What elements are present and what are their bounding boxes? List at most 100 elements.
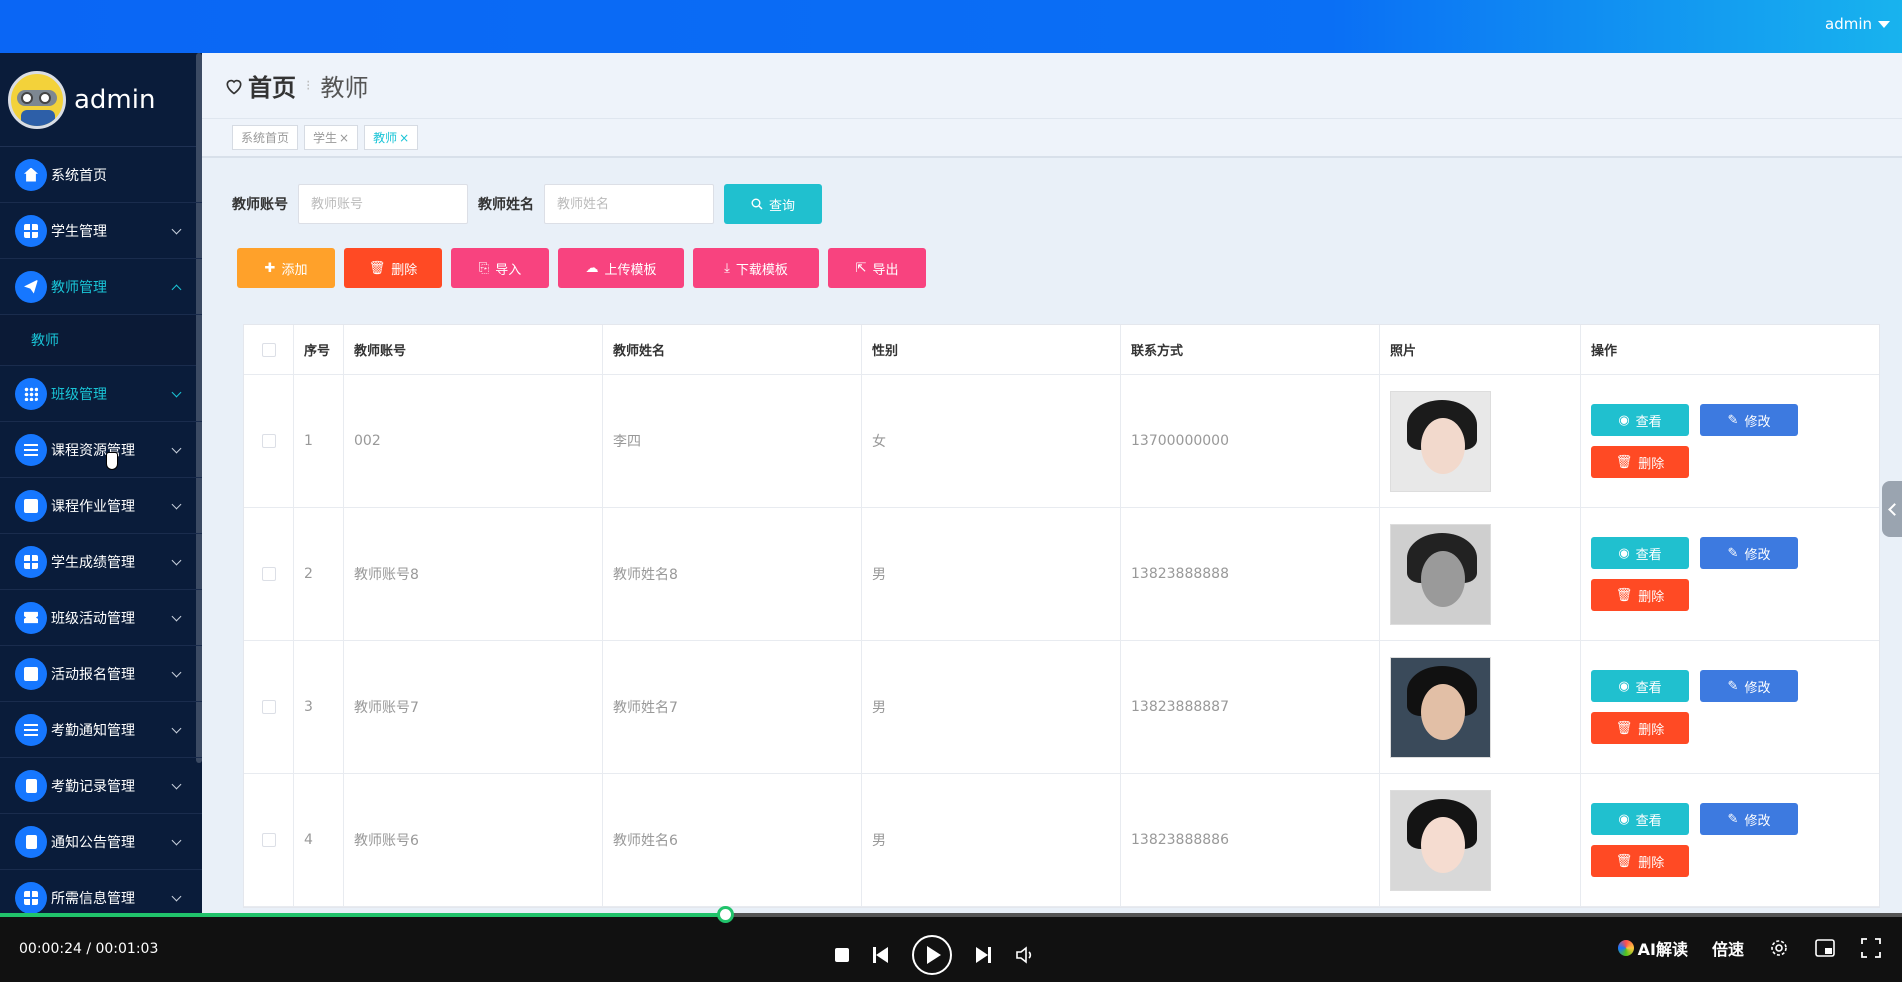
row-checkbox[interactable] <box>261 833 276 847</box>
user-menu[interactable]: admin <box>1825 15 1890 33</box>
row-delete-button[interactable]: 🗑 删除 <box>1591 712 1689 744</box>
name-label: 教师姓名 <box>478 197 534 213</box>
sidebar-item-label: 系统首页 <box>51 167 107 184</box>
plus-icon: ✚ <box>264 260 276 276</box>
sidebar-item-course-homework[interactable]: 课程作业管理 <box>0 478 202 534</box>
teacher-photo[interactable] <box>1390 656 1491 758</box>
export-icon: ⇱ <box>855 260 867 276</box>
ai-interpret-button[interactable]: AI解读 <box>1617 936 1688 960</box>
add-label: 添加 <box>281 262 308 278</box>
row-delete-button[interactable]: 🗑 删除 <box>1591 446 1689 478</box>
sidebar-item-activity-signup[interactable]: 活动报名管理 <box>0 646 202 702</box>
stop-button[interactable] <box>835 948 849 962</box>
sidebar-item-announcements[interactable]: 通知公告管理 <box>0 814 202 870</box>
name-input[interactable] <box>544 184 714 224</box>
row-checkbox[interactable] <box>261 434 276 448</box>
collapse-panel-button[interactable] <box>1882 481 1902 537</box>
sidebar-profile: admin <box>0 53 202 147</box>
progress-knob[interactable] <box>716 906 734 923</box>
teacher-photo[interactable] <box>1390 390 1491 492</box>
view-button[interactable]: ◉ 查看 <box>1591 670 1689 702</box>
book-icon <box>15 489 47 522</box>
export-button[interactable]: ⇱ 导出 <box>828 248 926 288</box>
sidebar-item-label: 通知公告管理 <box>51 834 135 851</box>
header-index: 序号 <box>294 325 344 374</box>
teacher-photo[interactable] <box>1390 523 1491 625</box>
sidebar-item-label: 活动报名管理 <box>51 666 135 683</box>
view-button[interactable]: ◉ 查看 <box>1591 537 1689 569</box>
edit-button[interactable]: ✎ 修改 <box>1700 537 1798 569</box>
sidebar-item-student-grades[interactable]: 学生成绩管理 <box>0 534 202 590</box>
sidebar-item-teachers[interactable]: 教师管理 <box>0 259 202 315</box>
settings-button[interactable] <box>1768 937 1790 959</box>
teacher-photo[interactable] <box>1390 789 1491 891</box>
row-delete-button[interactable]: 🗑 删除 <box>1591 579 1689 611</box>
select-all-checkbox[interactable] <box>261 342 276 357</box>
view-button[interactable]: ◉ 查看 <box>1591 404 1689 436</box>
edit-button[interactable]: ✎ 修改 <box>1700 670 1798 702</box>
delete-button[interactable]: 🗑 删除 <box>344 248 442 288</box>
sidebar-item-students[interactable]: 学生管理 <box>0 203 202 259</box>
tab-system-home[interactable]: 系统首页 <box>232 125 299 150</box>
row-delete-button[interactable]: 🗑 删除 <box>1591 845 1689 877</box>
import-label: 导入 <box>495 262 522 278</box>
speed-button[interactable]: 倍速 <box>1712 936 1744 960</box>
sidebar-item-label: 班级活动管理 <box>51 610 135 627</box>
play-button[interactable] <box>912 935 952 975</box>
heart-icon <box>226 79 242 95</box>
trash-icon: 🗑 <box>1615 720 1633 736</box>
sidebar-item-home[interactable]: 系统首页 <box>0 147 202 203</box>
home-icon <box>15 158 47 191</box>
sidebar-username: admin <box>74 84 156 115</box>
edit-icon: ✎ <box>1727 811 1739 827</box>
close-icon[interactable]: × <box>339 131 349 145</box>
picture-in-picture-button[interactable] <box>1814 937 1836 959</box>
import-button[interactable]: ⎘ 导入 <box>451 248 549 288</box>
sidebar-item-class-activities[interactable]: 班级活动管理 <box>0 590 202 646</box>
chevron-up-icon <box>171 284 182 295</box>
cell-account: 教师账号6 <box>344 774 603 906</box>
sidebar-item-attendance-notice[interactable]: 考勤通知管理 <box>0 702 202 758</box>
next-button[interactable] <box>976 947 991 963</box>
sidebar-item-course-resources[interactable]: 课程资源管理 <box>0 422 202 478</box>
edit-button[interactable]: ✎ 修改 <box>1700 803 1798 835</box>
edit-label: 修改 <box>1744 547 1771 563</box>
query-button[interactable]: 查询 <box>724 184 822 224</box>
player-right-controls: AI解读 倍速 <box>1617 936 1882 960</box>
sidebar-subitem-teacher[interactable]: 教师 <box>0 315 202 366</box>
row-checkbox[interactable] <box>261 567 276 581</box>
trash-icon: 🗑 <box>368 260 386 276</box>
tab-label: 系统首页 <box>241 131 290 145</box>
close-icon[interactable]: × <box>399 131 409 145</box>
view-button[interactable]: ◉ 查看 <box>1591 803 1689 835</box>
cell-index: 3 <box>294 641 344 773</box>
edit-icon: ✎ <box>1727 678 1739 694</box>
fullscreen-button[interactable] <box>1860 937 1882 959</box>
sidebar-item-attendance-records[interactable]: 考勤记录管理 <box>0 758 202 814</box>
breadcrumb-home[interactable]: 首页 <box>248 68 296 103</box>
volume-button[interactable] <box>1015 946 1035 964</box>
upload-template-button[interactable]: ☁ 上传模板 <box>558 248 684 288</box>
export-label: 导出 <box>872 262 899 278</box>
progress-bar[interactable] <box>0 906 1902 923</box>
cell-gender: 男 <box>862 508 1121 640</box>
cell-name: 李四 <box>603 375 862 507</box>
cell-account: 002 <box>344 375 603 507</box>
edit-button[interactable]: ✎ 修改 <box>1700 404 1798 436</box>
row-checkbox[interactable] <box>261 700 276 714</box>
tab-students[interactable]: 学生 × <box>304 125 359 150</box>
account-label: 教师账号 <box>232 197 288 213</box>
sidebar-item-label: 考勤通知管理 <box>51 722 135 739</box>
chevron-down-icon <box>171 667 182 678</box>
download-template-button[interactable]: ⤓ 下载模板 <box>693 248 819 288</box>
breadcrumb-separator: ⁝ <box>306 77 311 94</box>
table-row: 4 教师账号6 教师姓名6 男 13823888886 ◉ 查看 ✎ 修改 🗑 删除 <box>244 774 1879 907</box>
tab-teachers[interactable]: 教师 × <box>364 125 419 150</box>
trash-icon: 🗑 <box>1615 853 1633 869</box>
sidebar-item-required-info[interactable]: 所需信息管理 <box>0 870 202 913</box>
add-button[interactable]: ✚ 添加 <box>237 248 335 288</box>
account-input[interactable] <box>298 184 468 224</box>
sidebar-item-label: 教师管理 <box>51 279 107 296</box>
sidebar-item-classes[interactable]: 班级管理 <box>0 366 202 422</box>
previous-button[interactable] <box>873 947 888 963</box>
